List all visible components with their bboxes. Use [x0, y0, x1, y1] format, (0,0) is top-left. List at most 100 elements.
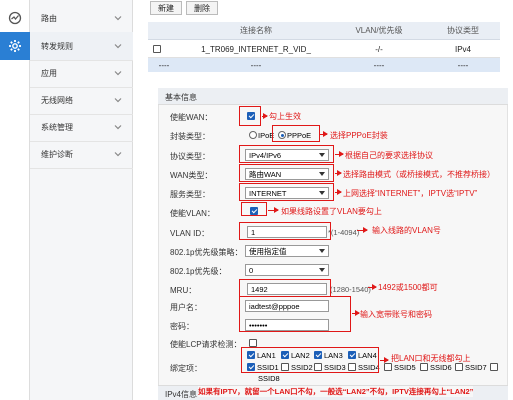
priority-policy-value: 使用指定值	[249, 246, 287, 256]
icon-bar	[0, 0, 30, 400]
column-header-vlan: VLAN/优先级	[332, 22, 426, 40]
annotation-arrow	[368, 284, 377, 290]
annotation-text: 如果线路设置了VLAN要勾上	[281, 207, 382, 216]
annotation-text: 如果有IPTV，就留一个LAN口不勾，一般选“LAN2”不勾，IPTV连接再勾上…	[198, 386, 474, 397]
sidebar-item-wireless[interactable]: 无线网络	[30, 86, 133, 115]
protocol-label: 协议类型：	[170, 152, 210, 161]
priority-value: 0	[249, 265, 254, 275]
ssid6-label: SSID6	[430, 363, 452, 372]
ssid5-checkbox[interactable]	[384, 363, 392, 371]
annotation-box	[241, 202, 267, 216]
sidebar-item-label: 路由	[41, 13, 57, 23]
annotation-arrow	[262, 113, 268, 119]
row-checkbox[interactable]	[153, 45, 161, 53]
annotation-text: 勾上生效	[269, 112, 301, 121]
delete-button[interactable]: 删除	[186, 1, 218, 15]
sidebar: 路由 转发规则 应用 无线网络 系统管理 维护诊断	[30, 0, 133, 400]
annotation-text: 输入宽带账号和密码	[360, 310, 432, 319]
nav-status-button[interactable]	[0, 4, 30, 32]
annotation-arrow	[335, 170, 342, 176]
chevron-down-icon	[319, 268, 325, 272]
sidebar-item-route[interactable]: 路由	[30, 4, 133, 33]
sidebar-item-label: 无线网络	[41, 95, 73, 105]
annotation-text: 1492或1500都可	[378, 283, 438, 292]
table-cell: ----	[457, 60, 469, 70]
annotation-box	[239, 279, 331, 297]
sidebar-item-system[interactable]: 系统管理	[30, 113, 133, 142]
annotation-arrow	[268, 207, 279, 213]
annotation-box	[239, 164, 334, 182]
sidebar-item-label: 系统管理	[41, 122, 73, 132]
table-cell: ----	[158, 60, 170, 70]
annotation-box	[239, 183, 334, 201]
annotation-arrow	[335, 151, 344, 157]
annotation-text: 把LAN口和无线都勾上	[391, 354, 471, 363]
binding-label: 绑定项：	[170, 364, 202, 373]
chevron-down-icon	[114, 125, 122, 130]
username-label: 用户名：	[170, 303, 202, 312]
annotation-box	[239, 106, 261, 126]
sidebar-item-label: 维护诊断	[41, 149, 73, 159]
sidebar-item-diagnostics[interactable]: 维护诊断	[30, 140, 133, 169]
annotation-arrow	[320, 131, 328, 137]
ssid7-checkbox[interactable]	[455, 363, 463, 371]
annotation-box	[241, 347, 379, 373]
vlan-id-hint: *(1-4094)	[328, 228, 360, 237]
sidebar-item-apps[interactable]: 应用	[30, 59, 133, 88]
priority-policy-label: 802.1p优先级策略：	[170, 248, 243, 257]
annotation-box	[239, 222, 331, 240]
lcp-checkbox[interactable]	[249, 339, 257, 347]
service-type-label: 服务类型：	[170, 190, 210, 199]
nav-advanced-button[interactable]	[0, 32, 30, 60]
annotation-text: 输入线路的VLAN号	[372, 226, 441, 235]
annotation-arrow	[352, 310, 360, 316]
ssid6-checkbox[interactable]	[420, 363, 428, 371]
mru-hint: (1280-1540)	[330, 285, 371, 294]
gear-icon	[9, 40, 21, 52]
annotation-text: 上网选择“INTERNET”，IPTV选“IPTV”	[343, 189, 478, 198]
annotation-arrow	[335, 189, 342, 195]
annotation-arrow	[357, 227, 368, 233]
column-header-protocol: 协议类型	[426, 22, 500, 40]
chevron-down-icon	[114, 44, 122, 49]
chevron-down-icon	[114, 71, 122, 76]
priority-select[interactable]: 0	[245, 264, 329, 276]
chevron-down-icon	[114, 152, 122, 157]
annotation-box	[239, 145, 334, 163]
chevron-down-icon	[114, 16, 122, 21]
new-button[interactable]: 新建	[150, 1, 182, 15]
ssid5-label: SSID5	[394, 363, 416, 372]
wan-type-label: WAN类型：	[170, 171, 213, 180]
sidebar-item-forwarding[interactable]: 转发规则	[30, 32, 133, 61]
annotation-box	[239, 296, 351, 332]
table-cell: ----	[250, 60, 262, 70]
table-cell: ----	[373, 60, 385, 70]
enable-wan-label: 使能WAN：	[170, 113, 213, 122]
priority-policy-select[interactable]: 使用指定值	[245, 245, 329, 257]
lcp-label: 使能LCP请求检测：	[170, 340, 242, 349]
ssid8-label: SSID8	[258, 374, 280, 383]
ipoe-radio[interactable]	[249, 131, 257, 139]
annotation-text: 选择路由模式（或桥接模式，不推荐桥接）	[343, 170, 495, 179]
encap-label: 封装类型：	[170, 132, 210, 141]
enable-vlan-label: 使能VLAN：	[170, 209, 215, 218]
annotation-text: 选择PPPoE封装	[330, 131, 388, 140]
column-header-name: 连接名称	[180, 22, 332, 40]
section-title: 基本信息	[165, 93, 197, 102]
section-header	[158, 88, 508, 105]
annotation-text: 根据自己的要求选择协议	[345, 151, 433, 160]
chevron-down-icon	[319, 249, 325, 253]
ipv4-section-title: IPv4信息	[165, 390, 198, 399]
vlan-id-label: VLAN ID：	[170, 229, 210, 238]
sidebar-item-label: 转发规则	[41, 41, 73, 51]
dashboard-icon	[8, 11, 22, 25]
mru-label: MRU：	[170, 286, 197, 295]
annotation-arrow	[380, 357, 389, 363]
chevron-down-icon	[114, 98, 122, 103]
ssid8-checkbox[interactable]	[490, 363, 498, 371]
priority-label: 802.1p优先级：	[170, 267, 227, 276]
ssid7-label: SSID7	[465, 363, 487, 372]
annotation-box	[272, 125, 320, 142]
password-label: 密码：	[170, 322, 194, 331]
sidebar-item-label: 应用	[41, 68, 57, 78]
